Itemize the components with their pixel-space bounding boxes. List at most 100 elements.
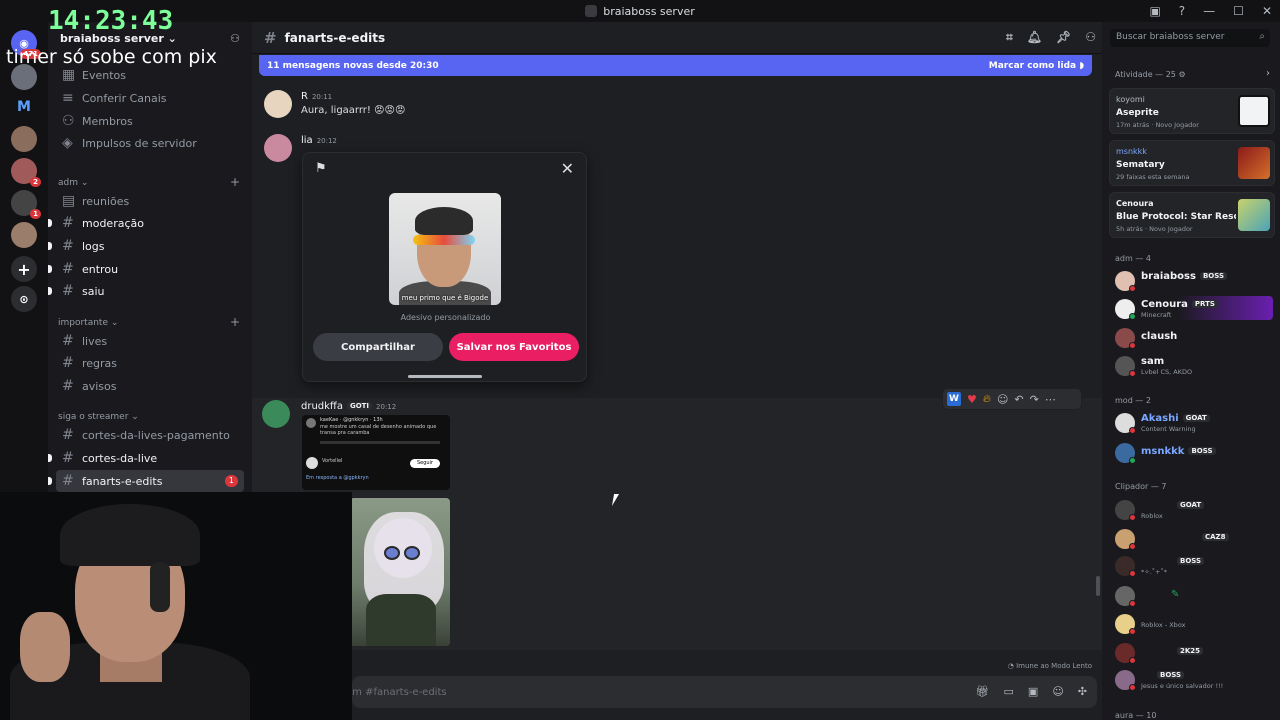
activity-header: Atividade — 25 ⚙ xyxy=(1115,70,1186,79)
server-m-icon[interactable]: M xyxy=(11,94,37,120)
unread-indicator xyxy=(48,454,52,462)
discover-icon[interactable]: ⊙ xyxy=(11,286,37,312)
more-icon[interactable]: ⋯ xyxy=(1045,393,1056,406)
add-member-icon[interactable]: ⚇ xyxy=(230,32,240,45)
member-item[interactable]: 2K25 xyxy=(1113,640,1273,664)
activity-card[interactable]: msnkkk Sematary 29 faixas esta semana xyxy=(1109,140,1275,186)
activity-title: Aseprite xyxy=(1116,108,1159,118)
scrollbar[interactable] xyxy=(1096,576,1100,596)
gif-icon[interactable]: ▭ xyxy=(1004,685,1014,698)
member-item[interactable]: BOSS *✧.˚+˚* xyxy=(1113,553,1273,577)
channel-entrou[interactable]: # entrou xyxy=(56,258,244,280)
category-siga[interactable]: siga o streamer ⌄ xyxy=(58,412,139,422)
heart-icon[interactable]: ♥ xyxy=(967,393,977,406)
channel-fanarts-e-edits[interactable]: # fanarts-e-edits 1 xyxy=(56,470,244,492)
server-icon[interactable] xyxy=(11,222,37,248)
embed-reply-note: Em resposta a @gpkkryn xyxy=(306,475,369,481)
member-item[interactable]: ✎ xyxy=(1113,583,1273,607)
channel-cortes-pagamento[interactable]: # cortes-da-lives-pagamento xyxy=(56,424,244,446)
fire-icon[interactable]: 🔥︎ xyxy=(983,392,991,406)
sticker-image: meu primo que é Bigode xyxy=(389,193,501,305)
channel-avisos[interactable]: # avisos xyxy=(56,375,244,397)
activity-card[interactable]: Cenoura Blue Protocol: Star Resona... 5h… xyxy=(1109,192,1275,238)
server-icon-active[interactable]: 1 xyxy=(11,190,41,219)
drag-handle[interactable] xyxy=(408,375,482,378)
inbox-icon[interactable]: ▣ xyxy=(1149,4,1160,18)
avatar[interactable] xyxy=(264,90,292,118)
member-item[interactable]: BOSS Jesus e único salvador !!! xyxy=(1113,667,1273,691)
member-item[interactable]: claush xyxy=(1113,325,1273,349)
sidebar-item-members[interactable]: ⚇ Membros xyxy=(56,110,244,132)
emoji-icon[interactable]: ☺ xyxy=(1052,685,1063,698)
server-icon[interactable]: 2 xyxy=(11,158,41,187)
search-input[interactable]: Buscar braiaboss server ⌕ xyxy=(1110,29,1270,47)
role-badge: GOTI xyxy=(346,402,373,410)
hash-icon: # xyxy=(62,261,74,277)
app-w-icon[interactable]: W xyxy=(947,392,961,406)
new-messages-bar[interactable]: 11 mensagens novas desde 20:30 Marcar co… xyxy=(259,55,1092,76)
chevron-right-icon[interactable]: › xyxy=(1266,68,1270,79)
message-author[interactable]: R 20:11 xyxy=(301,91,332,102)
close-window-button[interactable]: ✕ xyxy=(1262,4,1272,18)
save-favorites-button[interactable]: Salvar nos Favoritos xyxy=(449,333,579,361)
category-importante[interactable]: importante ⌄ xyxy=(58,318,118,328)
sidebar-item-channels[interactable]: ≡ Conferir Canais xyxy=(56,87,244,109)
member-item[interactable]: Roblox - Xbox xyxy=(1113,611,1273,635)
add-channel-icon[interactable]: + xyxy=(230,175,240,189)
minimize-button[interactable]: — xyxy=(1203,4,1215,18)
server-icon[interactable] xyxy=(11,126,37,152)
member-item[interactable]: CAZ8 xyxy=(1113,526,1273,550)
share-button[interactable]: Compartilhar xyxy=(313,333,443,361)
member-item[interactable]: Cenoura PRTS Minecraft xyxy=(1113,296,1273,320)
activity-title: Blue Protocol: Star Resona... xyxy=(1116,212,1236,222)
channel-lives[interactable]: # lives xyxy=(56,330,244,352)
message-time: 20:12 xyxy=(376,403,397,411)
hash-icon: # xyxy=(62,215,74,231)
channel-reunioes[interactable]: ▤ reuniões xyxy=(56,190,244,212)
sidebar-item-boosts[interactable]: ◈ Impulsos de servidor xyxy=(56,132,244,154)
activity-card[interactable]: koyomi Aseprite 17m atrás · Novo Jogador xyxy=(1109,88,1275,134)
message-author[interactable]: lia 20:12 xyxy=(301,135,337,146)
forum-icon: ▤ xyxy=(62,193,76,209)
help-icon[interactable]: ? xyxy=(1179,4,1185,18)
mark-as-read-button[interactable]: Marcar como lida ◗ xyxy=(989,61,1084,71)
pin-icon[interactable]: 📌︎ xyxy=(1056,30,1071,45)
add-server-icon[interactable]: + xyxy=(11,256,37,282)
channel-regras[interactable]: # regras xyxy=(56,352,244,374)
close-icon[interactable]: ✕ xyxy=(561,159,574,178)
threads-icon[interactable]: ⌗ xyxy=(1006,30,1013,45)
message-input[interactable]: em #fanarts-e-edits 🎁︎ ▭ ▣ ☺ ✣ xyxy=(346,676,1097,708)
member-item[interactable]: Akashi GOAT Content Warning xyxy=(1113,410,1273,434)
avatar[interactable] xyxy=(264,134,292,162)
forward-icon[interactable]: ↷ xyxy=(1030,393,1039,406)
image-attachment[interactable]: kaeKae · @gnkkryn · 13h me mostre um cas… xyxy=(302,415,450,490)
flag-icon[interactable]: ⚑ xyxy=(315,161,329,176)
member-item[interactable]: braiaboss BOSS xyxy=(1113,268,1273,292)
hash-icon: # xyxy=(62,355,74,371)
sticker-icon[interactable]: ▣ xyxy=(1028,685,1038,698)
avatar[interactable] xyxy=(262,400,290,428)
member-item[interactable]: sam Lvbel CS, AKDO xyxy=(1113,353,1273,377)
follow-button: Seguir xyxy=(410,459,440,468)
channel-moderacao[interactable]: # moderação xyxy=(56,212,244,234)
channel-saiu[interactable]: # saiu xyxy=(56,280,244,302)
role-group-mod: mod — 2 xyxy=(1115,396,1151,405)
channel-cortes-da-live[interactable]: # cortes-da-live xyxy=(56,447,244,469)
server-icon xyxy=(585,5,598,17)
message-author[interactable]: drudkffa GOTI 20:12 xyxy=(301,401,396,412)
category-adm[interactable]: adm ⌄ xyxy=(58,178,88,188)
reply-icon[interactable]: ↶ xyxy=(1014,393,1023,406)
add-reaction-icon[interactable]: ☺ xyxy=(997,393,1008,406)
members-toggle-icon[interactable]: ⚇ xyxy=(1085,30,1096,45)
maximize-button[interactable]: ☐ xyxy=(1233,4,1244,18)
slow-mode-note: ◔ Imune ao Modo Lento xyxy=(1007,662,1092,670)
bell-icon[interactable]: 🔔︎ xyxy=(1027,30,1042,45)
member-item[interactable]: msnkkk BOSS xyxy=(1113,440,1273,464)
image-attachment[interactable] xyxy=(350,498,450,646)
album-cover xyxy=(1238,147,1270,179)
add-channel-icon[interactable]: + xyxy=(230,315,240,329)
channel-logs[interactable]: # logs xyxy=(56,235,244,257)
apps-icon[interactable]: ✣ xyxy=(1078,685,1087,698)
member-item[interactable]: GOAT Roblox xyxy=(1113,497,1273,521)
gift-icon[interactable]: 🎁︎ xyxy=(976,685,990,698)
